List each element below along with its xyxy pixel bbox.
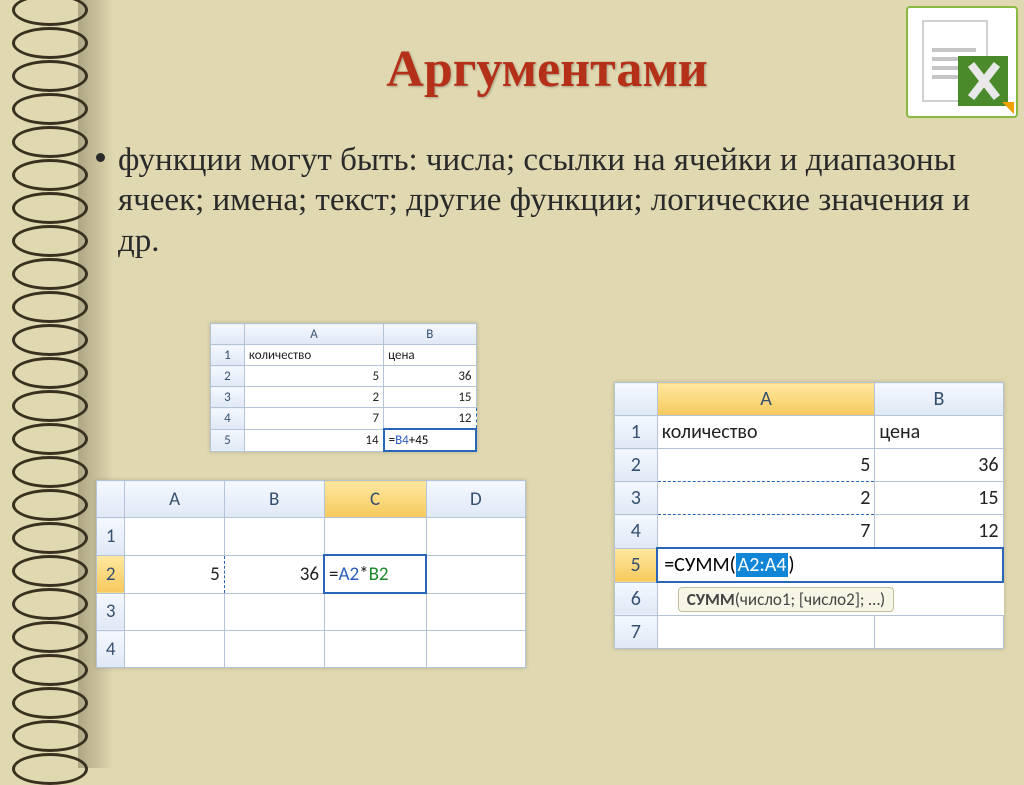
cell-reference: A2 <box>339 563 360 586</box>
spreadsheet-sum-example: A B 1 количество цена 2 5 36 3 2 15 4 7 <box>614 382 1004 649</box>
cell[interactable] <box>324 518 426 556</box>
cell[interactable]: цена <box>384 345 476 366</box>
row-header[interactable]: 5 <box>211 429 245 451</box>
cell[interactable] <box>426 631 525 668</box>
col-header[interactable]: B <box>875 383 1003 416</box>
spreadsheet-small: A B 1 количество цена 2 5 36 3 2 15 4 7 <box>210 323 477 452</box>
excel-logo-icon <box>906 6 1018 118</box>
select-all-corner[interactable] <box>211 324 245 345</box>
col-header-selected[interactable]: C <box>324 481 426 518</box>
row-header[interactable]: 1 <box>211 345 245 366</box>
cell[interactable]: 5 <box>244 366 383 387</box>
col-header[interactable]: A <box>125 481 224 518</box>
cell[interactable] <box>426 518 525 556</box>
col-header[interactable]: B <box>384 324 476 345</box>
row-header-selected[interactable]: 5 <box>615 548 658 582</box>
spreadsheet-formula-example: A B C D 1 2 5 36 =A2*B2 <box>96 480 526 668</box>
tooltip-fn-name: СУММ <box>687 589 735 610</box>
cell[interactable] <box>426 555 525 593</box>
cell-in-range[interactable]: 7 <box>657 515 875 549</box>
tooltip-cell: СУММ(число1; [число2]; …) <box>657 582 1003 616</box>
cell-reference: B4 <box>395 433 409 448</box>
range-reference: A2:A4 <box>736 553 789 577</box>
row-header[interactable]: 7 <box>615 616 658 649</box>
cell[interactable] <box>875 616 1003 649</box>
function-tooltip: СУММ(число1; [число2]; …) <box>678 587 895 612</box>
cell[interactable]: 36 <box>384 366 476 387</box>
cell-in-range[interactable]: 5 <box>657 449 875 482</box>
row-header[interactable]: 4 <box>97 631 125 668</box>
cell[interactable]: цена <box>875 416 1003 449</box>
formula-text: * <box>359 563 368 586</box>
cell[interactable] <box>224 593 324 631</box>
cell[interactable] <box>125 593 224 631</box>
cell[interactable]: 15 <box>384 387 476 408</box>
col-header[interactable]: A <box>244 324 383 345</box>
cell-editing[interactable]: =B4+45 <box>384 429 476 451</box>
row-header[interactable]: 3 <box>211 387 245 408</box>
cell-referenced[interactable]: 12 <box>384 408 476 430</box>
cell-referenced[interactable]: 5 <box>125 555 224 593</box>
row-header[interactable]: 3 <box>615 482 658 515</box>
row-header[interactable]: 1 <box>615 416 658 449</box>
cell-editing[interactable]: =СУММ(A2:A4) <box>657 548 1003 582</box>
row-header[interactable]: 2 <box>615 449 658 482</box>
bullet-text: функции могут быть: числа; ссылки на яче… <box>118 140 984 261</box>
spiral-binding <box>10 0 100 768</box>
formula-text: =СУММ( <box>664 553 735 577</box>
col-header[interactable]: D <box>426 481 525 518</box>
cell-reference: B2 <box>369 563 389 586</box>
row-header[interactable]: 6 <box>615 582 658 616</box>
cell-editing[interactable]: =A2*B2 <box>324 555 426 593</box>
row-header[interactable]: 4 <box>211 408 245 430</box>
row-header-selected[interactable]: 2 <box>97 555 125 593</box>
cell[interactable] <box>224 631 324 668</box>
cell[interactable] <box>125 631 224 668</box>
row-header[interactable]: 2 <box>211 366 245 387</box>
cell-in-range[interactable]: 2 <box>657 482 875 515</box>
cell[interactable] <box>224 518 324 556</box>
cell[interactable] <box>426 593 525 631</box>
cell[interactable] <box>657 616 875 649</box>
cell[interactable]: 15 <box>875 482 1003 515</box>
cell[interactable]: 36 <box>875 449 1003 482</box>
cell[interactable]: 12 <box>875 515 1003 549</box>
cell[interactable]: количество <box>244 345 383 366</box>
cell[interactable] <box>125 518 224 556</box>
slide-title: Аргументами <box>200 40 894 99</box>
formula-text: ) <box>788 553 794 577</box>
select-all-corner[interactable] <box>615 383 658 416</box>
cell[interactable]: 14 <box>244 429 383 451</box>
cell[interactable]: 7 <box>244 408 383 430</box>
col-header-selected[interactable]: A <box>657 383 875 416</box>
cell[interactable]: 2 <box>244 387 383 408</box>
row-header[interactable]: 1 <box>97 518 125 556</box>
formula-text: +45 <box>409 433 429 448</box>
bullet-dot-icon <box>96 153 105 162</box>
bullet-content: функции могут быть: числа; ссылки на яче… <box>118 142 970 259</box>
cell[interactable] <box>324 593 426 631</box>
row-header[interactable]: 3 <box>97 593 125 631</box>
col-header[interactable]: B <box>224 481 324 518</box>
row-header[interactable]: 4 <box>615 515 658 549</box>
cell-referenced[interactable]: 36 <box>224 555 324 593</box>
formula-text: = <box>329 563 338 586</box>
cell[interactable]: количество <box>657 416 875 449</box>
tooltip-fn-args: (число1; [число2]; …) <box>735 589 885 610</box>
select-all-corner[interactable] <box>97 481 125 518</box>
cell[interactable] <box>324 631 426 668</box>
